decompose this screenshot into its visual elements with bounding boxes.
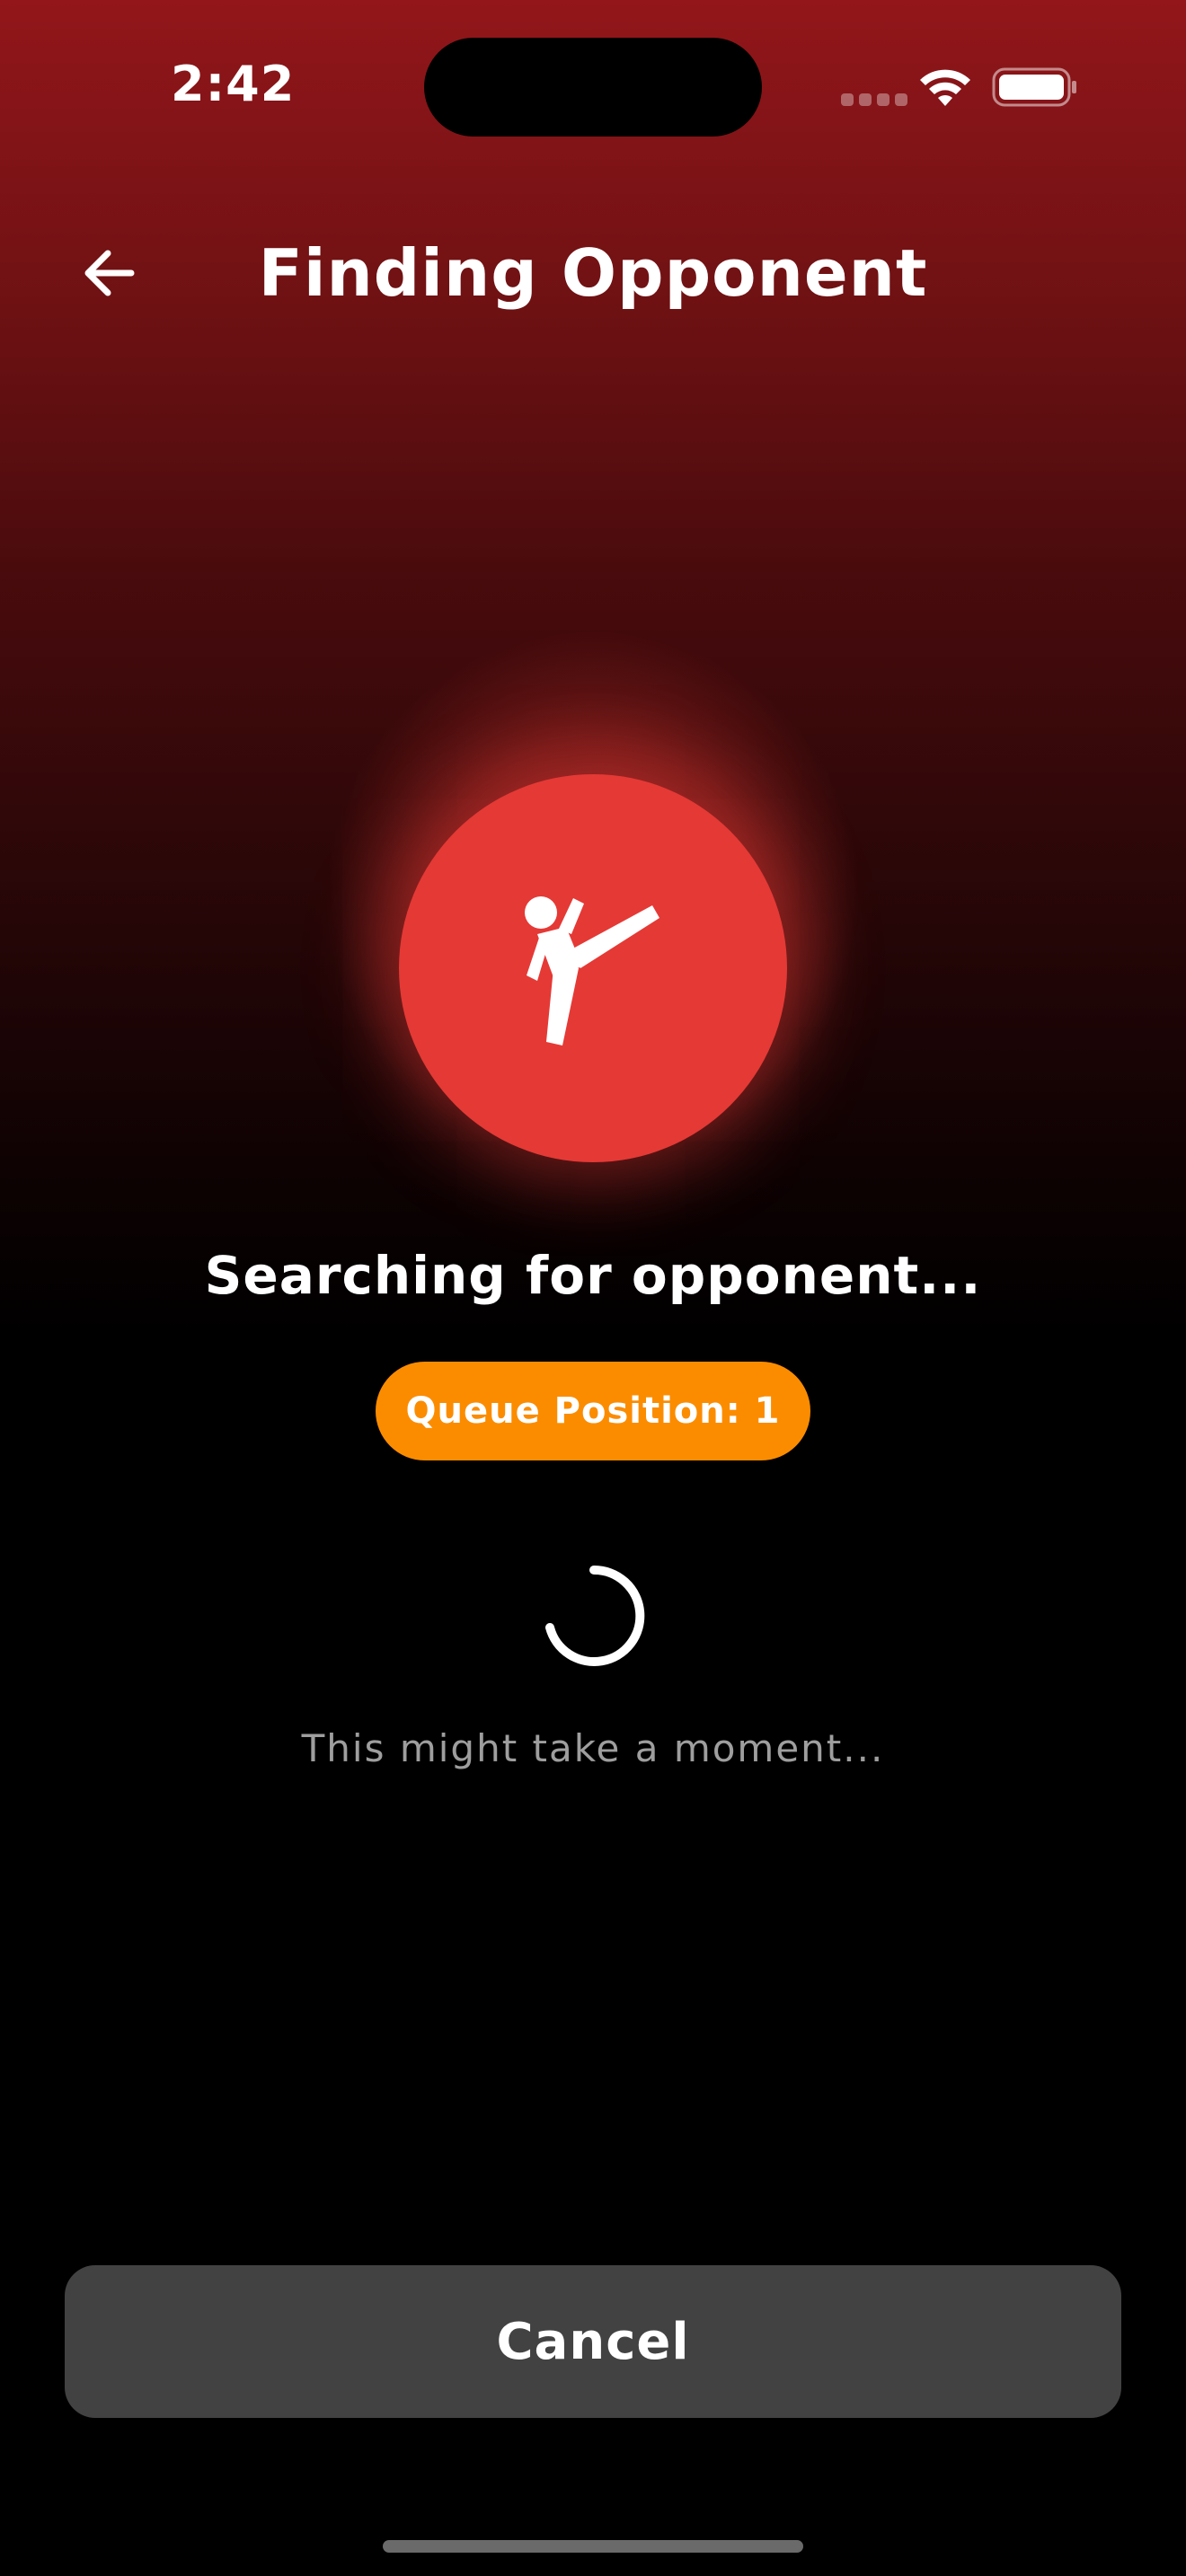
wifi-icon <box>920 69 970 106</box>
page-title: Finding Opponent <box>258 235 928 311</box>
cellular-signal-icon <box>841 93 907 106</box>
battery-icon <box>992 67 1076 107</box>
home-indicator <box>383 2540 803 2553</box>
dynamic-island <box>424 38 762 137</box>
loading-spinner <box>545 1565 645 1666</box>
martial-arts-kick-icon <box>525 896 659 1045</box>
hero-icon-circle <box>399 774 787 1162</box>
cancel-button[interactable]: Cancel <box>65 2265 1121 2418</box>
status-bar-time: 2:42 <box>171 56 296 112</box>
searching-status-text: Searching for opponent... <box>204 1245 982 1306</box>
finding-opponent-screen: 2:42 Finding Opponent Searching for oppo… <box>0 0 1186 2576</box>
arrow-left-icon <box>84 250 135 296</box>
queue-position-badge: Queue Position: 1 <box>376 1362 810 1460</box>
back-button[interactable] <box>72 235 147 311</box>
wait-hint-text: This might take a moment... <box>301 1726 885 1770</box>
